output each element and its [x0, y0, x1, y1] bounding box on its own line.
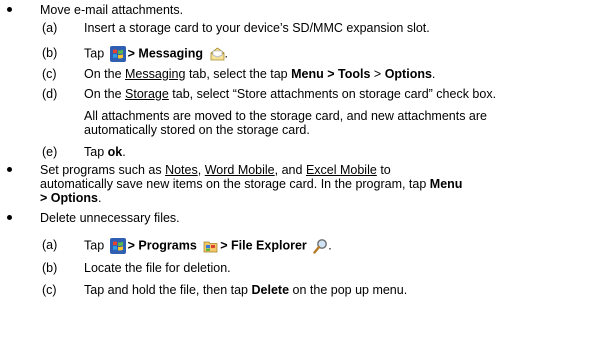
step-tap-ok: Tap ok.: [84, 145, 126, 159]
step-tap-hold-delete: Tap and hold the file, then tap Delete o…: [84, 283, 408, 297]
bullet-set-programs-line3: > Options.: [40, 191, 102, 205]
step-label: (c): [42, 283, 57, 297]
bullet-delete-files: Delete unnecessary files.: [40, 211, 180, 225]
step-insert-card: Insert a storage card to your device’s S…: [84, 21, 430, 35]
step-label: (d): [42, 87, 58, 101]
step-label: (c): [42, 67, 57, 81]
step-label: (a): [42, 21, 58, 35]
messaging-envelope-icon: [210, 47, 225, 61]
step-tap-file-explorer: Tap > Programs > File Explorer .: [84, 238, 332, 254]
windows-start-icon: [109, 238, 126, 254]
bullet-move-attachments: Move e-mail attachments.: [40, 3, 184, 17]
bullet-dot: [7, 215, 12, 220]
step-storage-tab: On the Storage tab, select “Store attach…: [84, 87, 497, 101]
bullet-set-programs-line2: automatically save new items on the stor…: [40, 177, 463, 191]
bullet-set-programs-line1: Set programs such as Notes, Word Mobile,…: [40, 163, 391, 177]
step-locate-file: Locate the file for deletion.: [84, 261, 231, 275]
programs-folder-icon: [203, 239, 218, 253]
step-label: (b): [42, 261, 58, 275]
step-messaging-tab: On the Messaging tab, select the tap Men…: [84, 67, 436, 81]
step-tap-messaging: Tap > Messaging .: [84, 46, 228, 62]
step-label: (a): [42, 238, 58, 252]
step-label: (b): [42, 46, 58, 60]
step-label: (e): [42, 145, 58, 159]
bullet-dot: [7, 167, 12, 172]
bullet-dot: [7, 7, 12, 12]
step-note-line1: All attachments are moved to the storage…: [84, 109, 487, 123]
step-note-line2: automatically stored on the storage card…: [84, 123, 310, 137]
file-explorer-icon: [313, 238, 328, 254]
windows-start-icon: [109, 46, 126, 62]
